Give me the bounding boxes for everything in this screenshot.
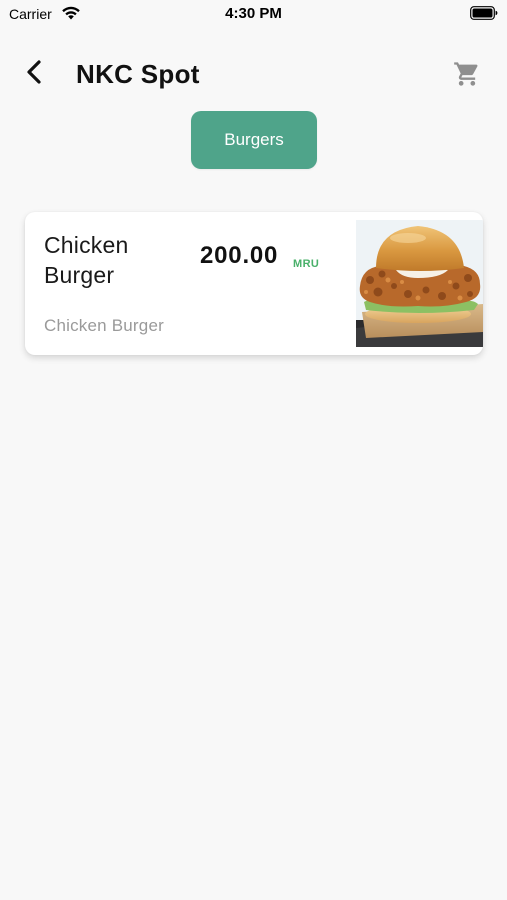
product-name: Chicken Burger <box>44 232 129 288</box>
product-card[interactable]: Chicken Burger 200.00 MRU Chicken Burger <box>25 212 483 355</box>
chevron-left-icon[interactable] <box>24 58 46 86</box>
page-title: NKC Spot <box>76 59 200 89</box>
status-time: 4:30 PM <box>225 5 282 22</box>
product-subtitle: Chicken Burger <box>44 316 164 335</box>
shopping-cart-icon[interactable] <box>453 60 481 88</box>
battery-icon <box>470 6 498 20</box>
product-image <box>356 220 483 347</box>
product-currency: MRU <box>293 258 320 270</box>
product-price: 200.00 <box>200 242 279 269</box>
category-chip-label: Burgers <box>224 130 284 149</box>
category-chip-burgers[interactable]: Burgers <box>191 111 317 169</box>
app-header: NKC Spot <box>0 50 507 100</box>
status-bar: Carrier 4:30 PM <box>0 0 507 28</box>
